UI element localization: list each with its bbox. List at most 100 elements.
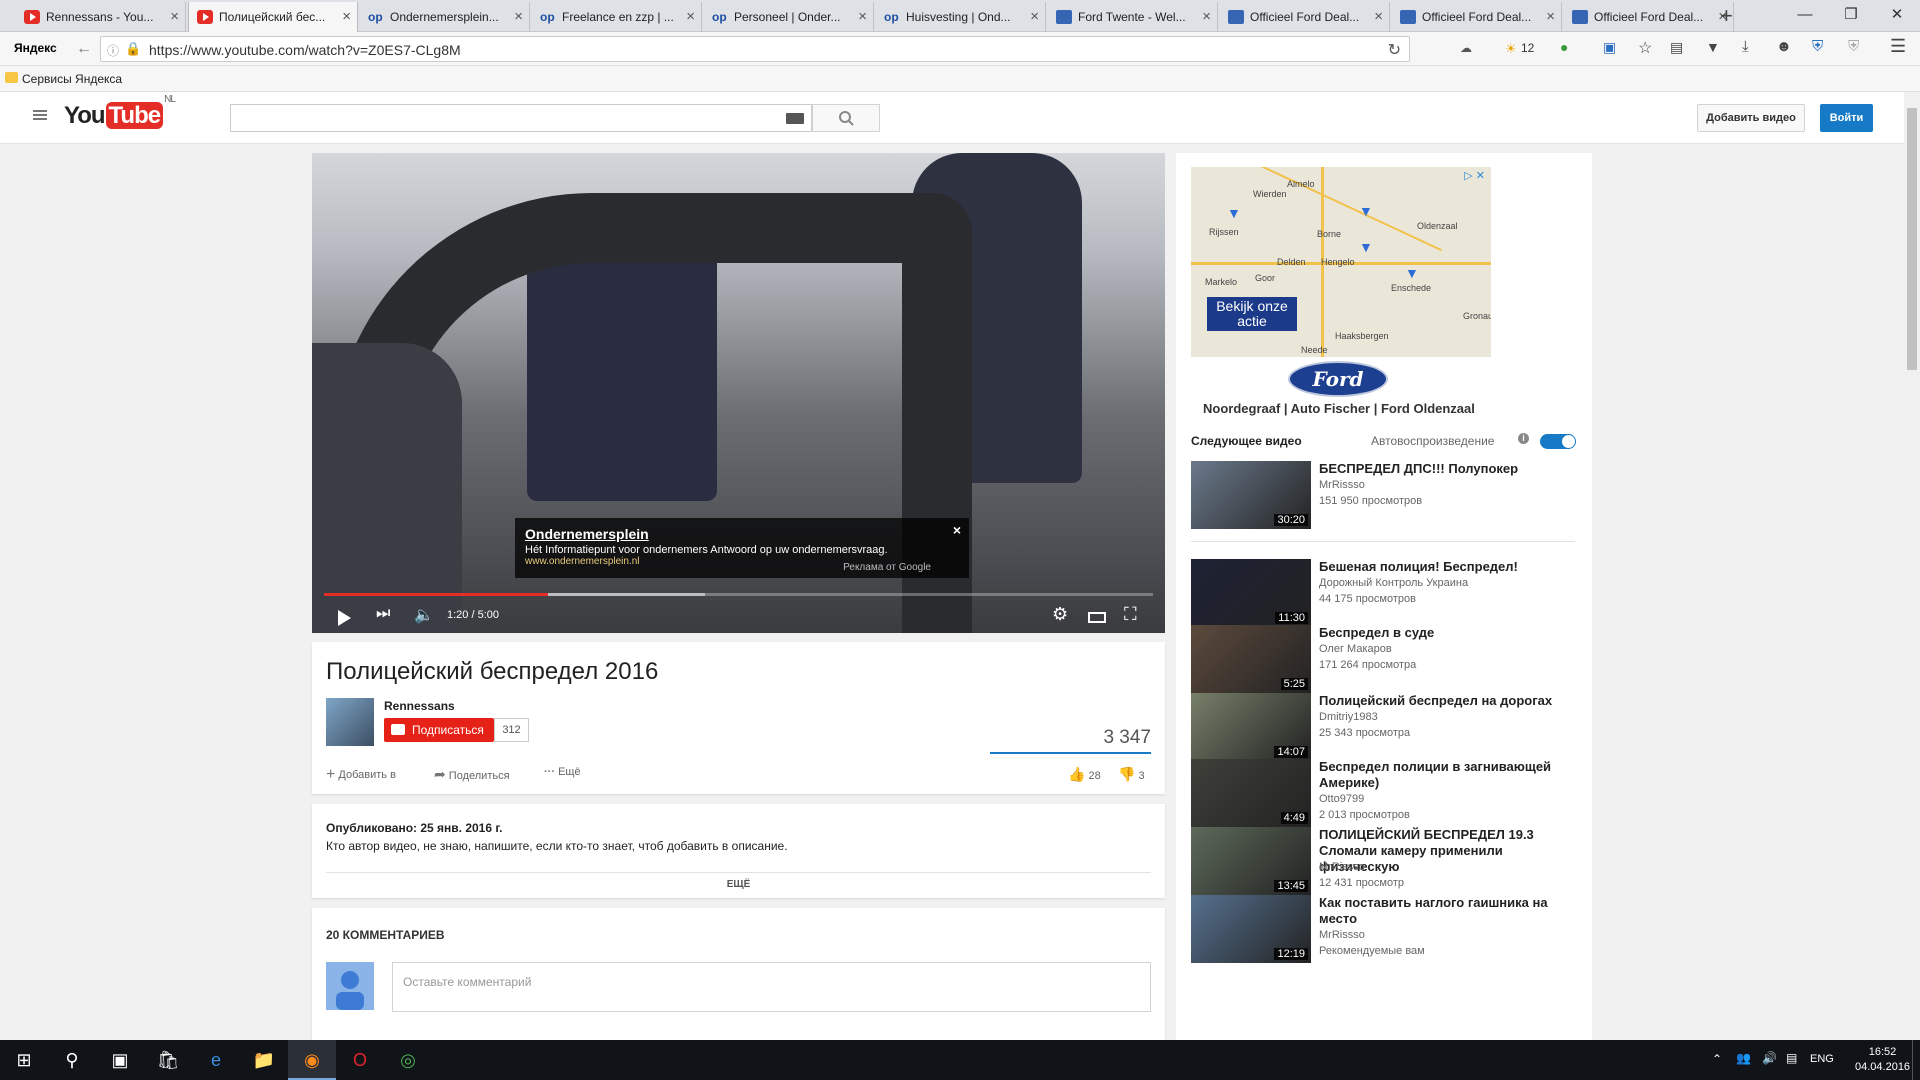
guide-menu-icon[interactable] [33, 110, 47, 120]
next-icon[interactable]: ⏭ [376, 605, 390, 623]
like-button[interactable]: 👍 28 [1068, 766, 1101, 783]
info-icon[interactable]: ⓘ [107, 42, 119, 59]
video-thumbnail[interactable]: 5:25 [1191, 625, 1311, 693]
show-more-button[interactable]: ЕЩЁ [326, 872, 1151, 890]
video-title[interactable]: Как поставить наглого гаишника на место [1319, 895, 1581, 927]
video-thumbnail[interactable]: 11:30 [1191, 559, 1311, 627]
ad-choices-icon[interactable]: ▷ ✕ [1464, 169, 1485, 182]
channel-avatar[interactable] [326, 698, 374, 746]
ford-ad-map[interactable]: Almelo Rijssen Oldenzaal Borne Hengelo E… [1191, 167, 1491, 357]
opera-icon[interactable]: O [336, 1040, 384, 1080]
close-tab-icon[interactable]: × [1202, 2, 1211, 32]
download-icon[interactable]: ⤓ [1742, 38, 1749, 55]
weather-icon[interactable]: ☀ [1505, 41, 1517, 57]
file-explorer-icon[interactable]: 📁 [240, 1040, 288, 1080]
settings-gear-icon[interactable]: ⚙ [1052, 604, 1068, 625]
channel-name[interactable]: Rennessans [384, 699, 455, 713]
extension-green-icon[interactable]: ● [1560, 39, 1568, 55]
edge-icon[interactable]: e [192, 1040, 240, 1080]
browser-tab[interactable]: Officieel Ford Deal... × [1220, 2, 1390, 32]
lock-icon[interactable]: 🔒 [125, 41, 141, 57]
video-thumbnail[interactable]: 4:49 [1191, 759, 1311, 827]
video-title[interactable]: Беспредел полиции в загнивающей Америке) [1319, 759, 1581, 791]
yandex-logo[interactable]: Яндекс [14, 41, 57, 55]
browser-tab[interactable]: Officieel Ford Deal... × [1392, 2, 1562, 32]
browser-tab[interactable]: op Huisvesting | Ond... × [876, 2, 1046, 32]
video-player[interactable]: Ondernemersplein Hét Informatiepunt voor… [312, 153, 1165, 633]
cloud-icon[interactable]: ☁ [1460, 41, 1472, 55]
clock[interactable]: 16:52 04.04.2016 [1855, 1045, 1910, 1075]
channel-name[interactable]: MrRissso [1319, 929, 1365, 941]
keyboard-icon[interactable] [786, 113, 804, 124]
channel-name[interactable]: MrRissso [1319, 479, 1365, 491]
tray-chevron-icon[interactable]: ⌃ [1712, 1052, 1722, 1066]
info-icon[interactable]: i [1518, 433, 1529, 444]
comment-input[interactable]: Оставьте комментарий [392, 962, 1151, 1012]
store-icon[interactable]: 🛍 [144, 1040, 192, 1080]
youtube-logo[interactable]: You TubeNL [64, 94, 176, 130]
new-tab-button[interactable]: + [1720, 4, 1733, 28]
reload-icon[interactable]: ↻ [1388, 40, 1401, 60]
autoplay-toggle[interactable] [1540, 434, 1576, 449]
video-thumbnail[interactable]: 13:45 [1191, 827, 1311, 895]
language-indicator[interactable]: ENG [1810, 1053, 1834, 1065]
play-icon[interactable] [338, 610, 351, 626]
url-bar[interactable]: ⓘ 🔒 https://www.youtube.com/watch?v=Z0ES… [100, 36, 1410, 62]
show-desktop-button[interactable] [1912, 1040, 1920, 1080]
shield-icon[interactable]: ⛨ [1812, 38, 1823, 55]
video-title[interactable]: Бешеная полиция! Беспредел! [1319, 559, 1581, 575]
adblock-icon[interactable]: ⛨ [1848, 38, 1859, 55]
volume-icon[interactable]: 🔊 [1762, 1051, 1777, 1065]
browser-tab[interactable]: Ford Twente - Wel... × [1048, 2, 1218, 32]
dislike-button[interactable]: 👎 3 [1118, 766, 1145, 783]
video-title[interactable]: Беспредел в суде [1319, 625, 1581, 641]
add-video-button[interactable]: Добавить видео [1697, 104, 1805, 132]
search-input[interactable] [230, 104, 812, 132]
minimize-button[interactable]: — [1782, 2, 1828, 28]
ford-logo[interactable]: Ford [1288, 361, 1388, 397]
browser-tab[interactable]: Officieel Ford Deal... × [1564, 2, 1734, 32]
video-thumbnail[interactable]: 14:07 [1191, 693, 1311, 761]
close-tab-icon[interactable]: × [1030, 2, 1039, 32]
video-thumbnail[interactable]: 30:20 [1191, 461, 1311, 529]
task-view-icon[interactable]: ▣ [96, 1040, 144, 1080]
recommended-video[interactable]: 13:45 ПОЛИЦЕЙСКИЙ БЕСПРЕДЕЛ 19.3 Сломали … [1191, 827, 1581, 897]
close-tab-icon[interactable]: × [686, 2, 695, 32]
share-button[interactable]: ➦ Поделиться [434, 766, 510, 783]
video-title[interactable]: БЕСПРЕДЕЛ ДПС!!! Полупокер [1319, 461, 1581, 477]
recommended-video[interactable]: 4:49 Беспредел полиции в загнивающей Амер… [1191, 759, 1581, 829]
back-arrow-icon[interactable]: ← [76, 40, 92, 58]
close-tab-icon[interactable]: × [514, 2, 523, 32]
search-icon[interactable]: ⚲ [48, 1040, 96, 1080]
add-to-button[interactable]: + Добавить в [326, 766, 396, 784]
fullscreen-icon[interactable]: ⛶ [1124, 604, 1137, 625]
close-tab-icon[interactable]: × [1546, 2, 1555, 32]
volume-icon[interactable]: 🔈 [414, 605, 434, 625]
recommended-video[interactable]: 11:30 Бешеная полиция! Беспредел! Дорожный… [1191, 559, 1581, 629]
recommended-video[interactable]: 5:25 Беспредел в суде Олег Макаров 171 264 … [1191, 625, 1581, 695]
ad-cta-button[interactable]: Bekijk onze actie [1207, 297, 1297, 331]
browser-tab[interactable]: op Freelance en zzp | ... × [532, 2, 702, 32]
search-button[interactable] [812, 104, 880, 132]
network-icon[interactable]: ▤ [1786, 1051, 1797, 1065]
windows-start-icon[interactable]: ⊞ [0, 1040, 48, 1080]
channel-name[interactable]: Otto9799 [1319, 793, 1364, 805]
bookmark-yandex-services[interactable]: Сервисы Яндекса [4, 72, 122, 86]
page-scrollbar[interactable] [1904, 92, 1920, 1040]
channel-name[interactable]: Олег Макаров [1319, 643, 1392, 655]
recommended-video[interactable]: 12:19 Как поставить наглого гаишника на м… [1191, 895, 1581, 965]
subscribe-button[interactable]: Подписаться [384, 718, 494, 742]
chat-icon[interactable]: ☻ [1776, 38, 1792, 55]
sign-in-button[interactable]: Войти [1820, 104, 1873, 132]
scrollbar-thumb[interactable] [1907, 108, 1917, 370]
browser-tab[interactable]: op Ondernemersplein... × [360, 2, 530, 32]
close-tab-icon[interactable]: × [858, 2, 867, 32]
theater-mode-icon[interactable] [1088, 612, 1106, 623]
video-title[interactable]: Полицейский беспредел на дорогах [1319, 693, 1581, 709]
channel-name[interactable]: Dmitriy1983 [1319, 711, 1378, 723]
maximize-button[interactable]: ❐ [1828, 2, 1874, 28]
extension-blue-icon[interactable]: ▣ [1603, 39, 1616, 56]
recommended-video[interactable]: 14:07 Полицейский беспредел на дорогах Dmi… [1191, 693, 1581, 763]
progress-bar[interactable] [324, 593, 1153, 596]
bookmark-star-icon[interactable]: ☆ [1638, 38, 1652, 58]
